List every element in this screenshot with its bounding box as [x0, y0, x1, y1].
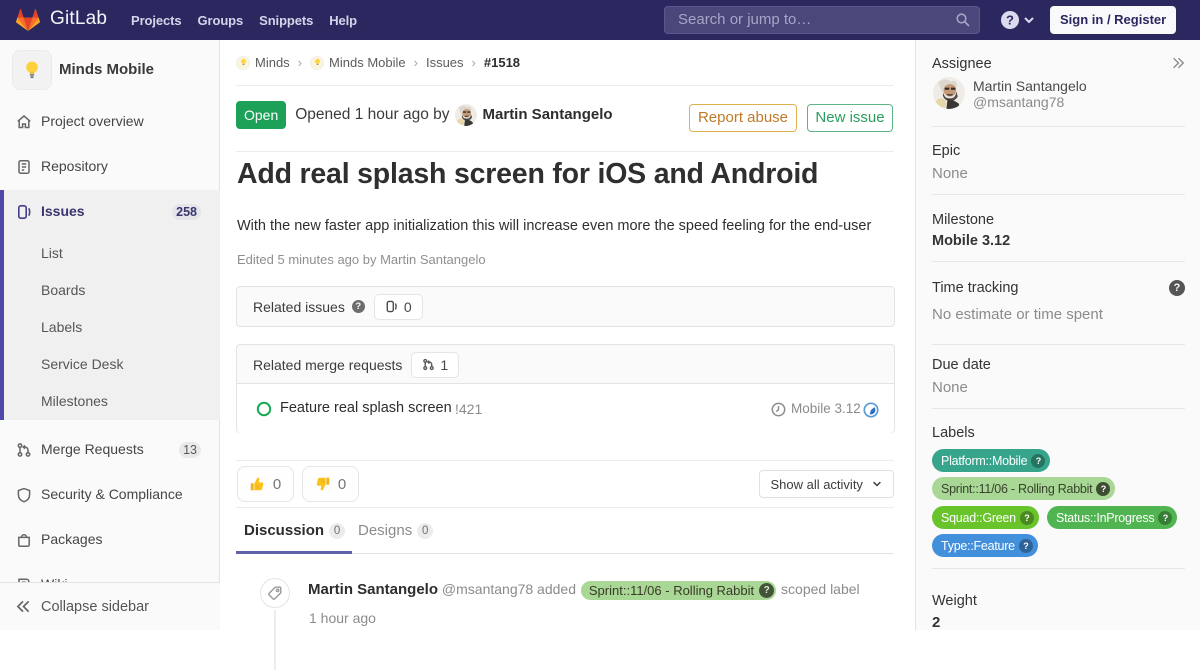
svg-text:?: ?	[1006, 13, 1014, 28]
